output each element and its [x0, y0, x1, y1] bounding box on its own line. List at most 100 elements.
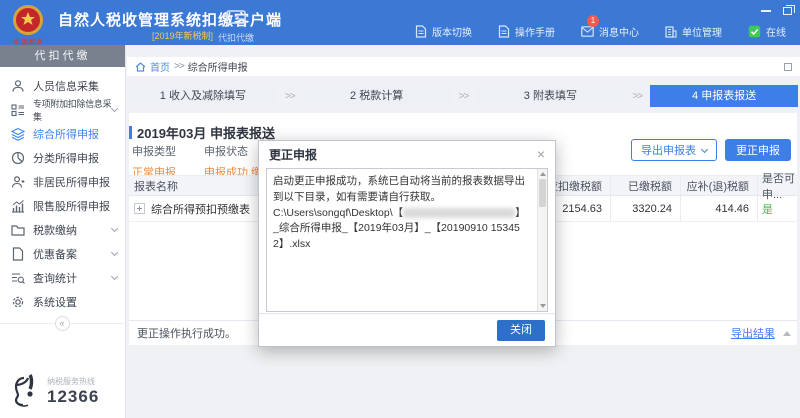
correct-declaration-button[interactable]: 更正申报 — [725, 139, 791, 161]
sidebar-item-special-deduction[interactable]: 专项附加扣除信息采集 — [0, 98, 125, 122]
sidebar-item-label: 综合所得申报 — [33, 126, 99, 142]
step-separator: >> — [451, 91, 477, 102]
breadcrumb-home[interactable]: 首页 — [150, 59, 170, 74]
sidebar-item-preferential-filing[interactable]: 优惠备案 — [0, 242, 125, 266]
mode-label: 代扣代缴 — [214, 31, 258, 44]
step-1-income-deduction[interactable]: 1 收入及减除填写 — [129, 85, 277, 107]
expand-panel-icon[interactable] — [784, 63, 792, 71]
nav-unit-management[interactable]: 单位管理 — [665, 24, 722, 39]
step-separator: >> — [624, 91, 650, 102]
export-result-link[interactable]: 导出结果 — [731, 325, 775, 341]
nav-message-center[interactable]: 1 消息中心 — [581, 24, 639, 39]
sidebar-item-query-statistics[interactable]: 查询统计 — [0, 266, 125, 290]
app-header: 中国税务 自然人税收管理系统扣缴客户端 [2019年新税制] 代扣代缴 版本切换 — [0, 0, 800, 45]
close-icon[interactable]: × — [537, 147, 545, 161]
step-4-declaration-submit[interactable]: 4 申报表报送 — [650, 85, 798, 107]
header-nav: 版本切换 操作手册 1 消息中心 — [415, 24, 786, 39]
breadcrumb-separator: >> — [174, 61, 184, 72]
sidebar-item-label: 人员信息采集 — [33, 78, 99, 94]
nav-label: 在线 — [766, 24, 786, 39]
mode-indicator: 代扣代缴 — [214, 9, 258, 44]
nav-online-status[interactable]: 在线 — [748, 24, 786, 39]
dialog-scrollbar[interactable] — [537, 169, 547, 311]
chevron-down-icon — [701, 145, 708, 152]
scroll-up-icon[interactable] — [783, 331, 791, 336]
status-message: 更正操作执行成功。 — [137, 325, 236, 341]
wallet-icon — [226, 9, 246, 24]
pie-chart-icon — [11, 151, 25, 165]
sidebar-item-classified-income[interactable]: 分类所得申报 — [0, 146, 125, 170]
building-icon — [665, 26, 677, 38]
expand-row-icon[interactable] — [134, 203, 145, 214]
period-title: 2019年03月 申报表报送 — [137, 123, 275, 142]
document-icon — [415, 25, 427, 38]
title-accent-bar — [129, 126, 132, 139]
dialog-close-button[interactable]: 关闭 — [497, 320, 545, 341]
redacted-company-name — [403, 208, 515, 218]
scroll-down-icon[interactable] — [540, 304, 546, 308]
scroll-thumb[interactable] — [539, 179, 546, 207]
bar-chart-icon — [11, 199, 25, 213]
sidebar-item-system-settings[interactable]: 系统设置 — [0, 290, 125, 314]
home-icon — [135, 62, 146, 72]
correction-dialog: 更正申报 × 启动更正申报成功，系统已自动将当前的报表数据导出到以下目录，如有需… — [258, 140, 556, 347]
layers-icon — [11, 127, 25, 141]
sidebar: 代扣代缴 人员信息采集 专项附加扣除信息采集 — [0, 45, 126, 418]
breadcrumb-current: 综合所得申报 — [188, 59, 248, 74]
filter-label: 申报类型 — [132, 143, 176, 159]
sidebar-item-label: 系统设置 — [33, 294, 77, 310]
person-icon — [11, 175, 25, 189]
col-paid-amount: 已缴税额 — [610, 176, 680, 195]
button-label: 导出申报表 — [641, 142, 696, 158]
sidebar-item-tax-payment[interactable]: 税款缴纳 — [0, 218, 125, 242]
sidebar-item-comprehensive-income[interactable]: 综合所得申报 — [0, 122, 125, 146]
hotline-block: 纳税服务热线 12366 — [10, 372, 99, 410]
chevron-down-icon — [111, 249, 118, 256]
sidebar-divider: « — [0, 323, 125, 324]
sidebar-item-label: 查询统计 — [33, 270, 77, 286]
tax-emblem-logo: 中国税务 — [8, 2, 48, 44]
restore-button[interactable] — [783, 7, 792, 15]
sidebar-item-label: 专项附加扣除信息采集 — [33, 97, 112, 123]
sidebar-item-label: 分类所得申报 — [33, 150, 99, 166]
mail-icon — [581, 26, 594, 37]
sidebar-item-nonresident-income[interactable]: 非居民所得申报 — [0, 170, 125, 194]
export-declaration-button[interactable]: 导出申报表 — [631, 139, 717, 161]
minimize-button[interactable] — [761, 10, 771, 12]
breadcrumb: 首页 >> 综合所得申报 — [127, 57, 800, 76]
paid-amount: 3320.24 — [610, 196, 680, 221]
doc-icon — [11, 247, 25, 261]
can-declare-flag: 是 — [757, 196, 797, 221]
sidebar-item-restricted-stock[interactable]: 限售股所得申报 — [0, 194, 125, 218]
app-subtitle: [2019年新税制] — [152, 29, 213, 42]
hotline-number: 12366 — [47, 387, 99, 407]
sidebar-item-label: 优惠备案 — [33, 246, 77, 262]
message-badge: 1 — [587, 15, 599, 27]
step-3-schedule-fill[interactable]: 3 附表填写 — [477, 85, 625, 107]
sidebar-item-label: 限售股所得申报 — [33, 198, 110, 214]
dialog-message-text: 启动更正申报成功，系统已自动将当前的报表数据导出到以下目录，如有需要请自行获取。 — [273, 175, 525, 203]
sidebar-collapse-button[interactable]: « — [55, 316, 70, 331]
nav-version-switch[interactable]: 版本切换 — [415, 24, 472, 39]
person-icon — [11, 79, 25, 93]
dialog-body: 启动更正申报成功，系统已自动将当前的报表数据导出到以下目录，如有需要请自行获取。… — [266, 168, 548, 312]
scroll-up-icon[interactable] — [540, 172, 546, 176]
dialog-header: 更正申报 × — [259, 141, 555, 167]
sidebar-menu: 人员信息采集 专项附加扣除信息采集 综合所得申报 — [0, 67, 125, 314]
step-2-tax-calculation[interactable]: 2 税款计算 — [303, 85, 451, 107]
search-list-icon — [11, 271, 25, 285]
app-window: 中国税务 自然人税收管理系统扣缴客户端 [2019年新税制] 代扣代缴 版本切换 — [0, 0, 800, 418]
chevron-down-icon — [111, 273, 118, 280]
col-can-declare: 是否可申... — [757, 176, 797, 195]
form-icon — [11, 103, 25, 117]
export-path-prefix: C:\Users\songqf\Desktop\【 — [273, 207, 403, 219]
button-label: 更正申报 — [736, 142, 780, 158]
nav-manual[interactable]: 操作手册 — [498, 24, 555, 39]
refund-amount: 414.46 — [680, 196, 757, 221]
chevron-down-icon — [111, 225, 118, 232]
gear-icon — [11, 295, 25, 309]
sidebar-item-label: 税款缴纳 — [33, 222, 77, 238]
sidebar-item-label: 非居民所得申报 — [33, 174, 110, 190]
sidebar-item-personnel-info[interactable]: 人员信息采集 — [0, 74, 125, 98]
nav-label: 消息中心 — [599, 24, 639, 39]
